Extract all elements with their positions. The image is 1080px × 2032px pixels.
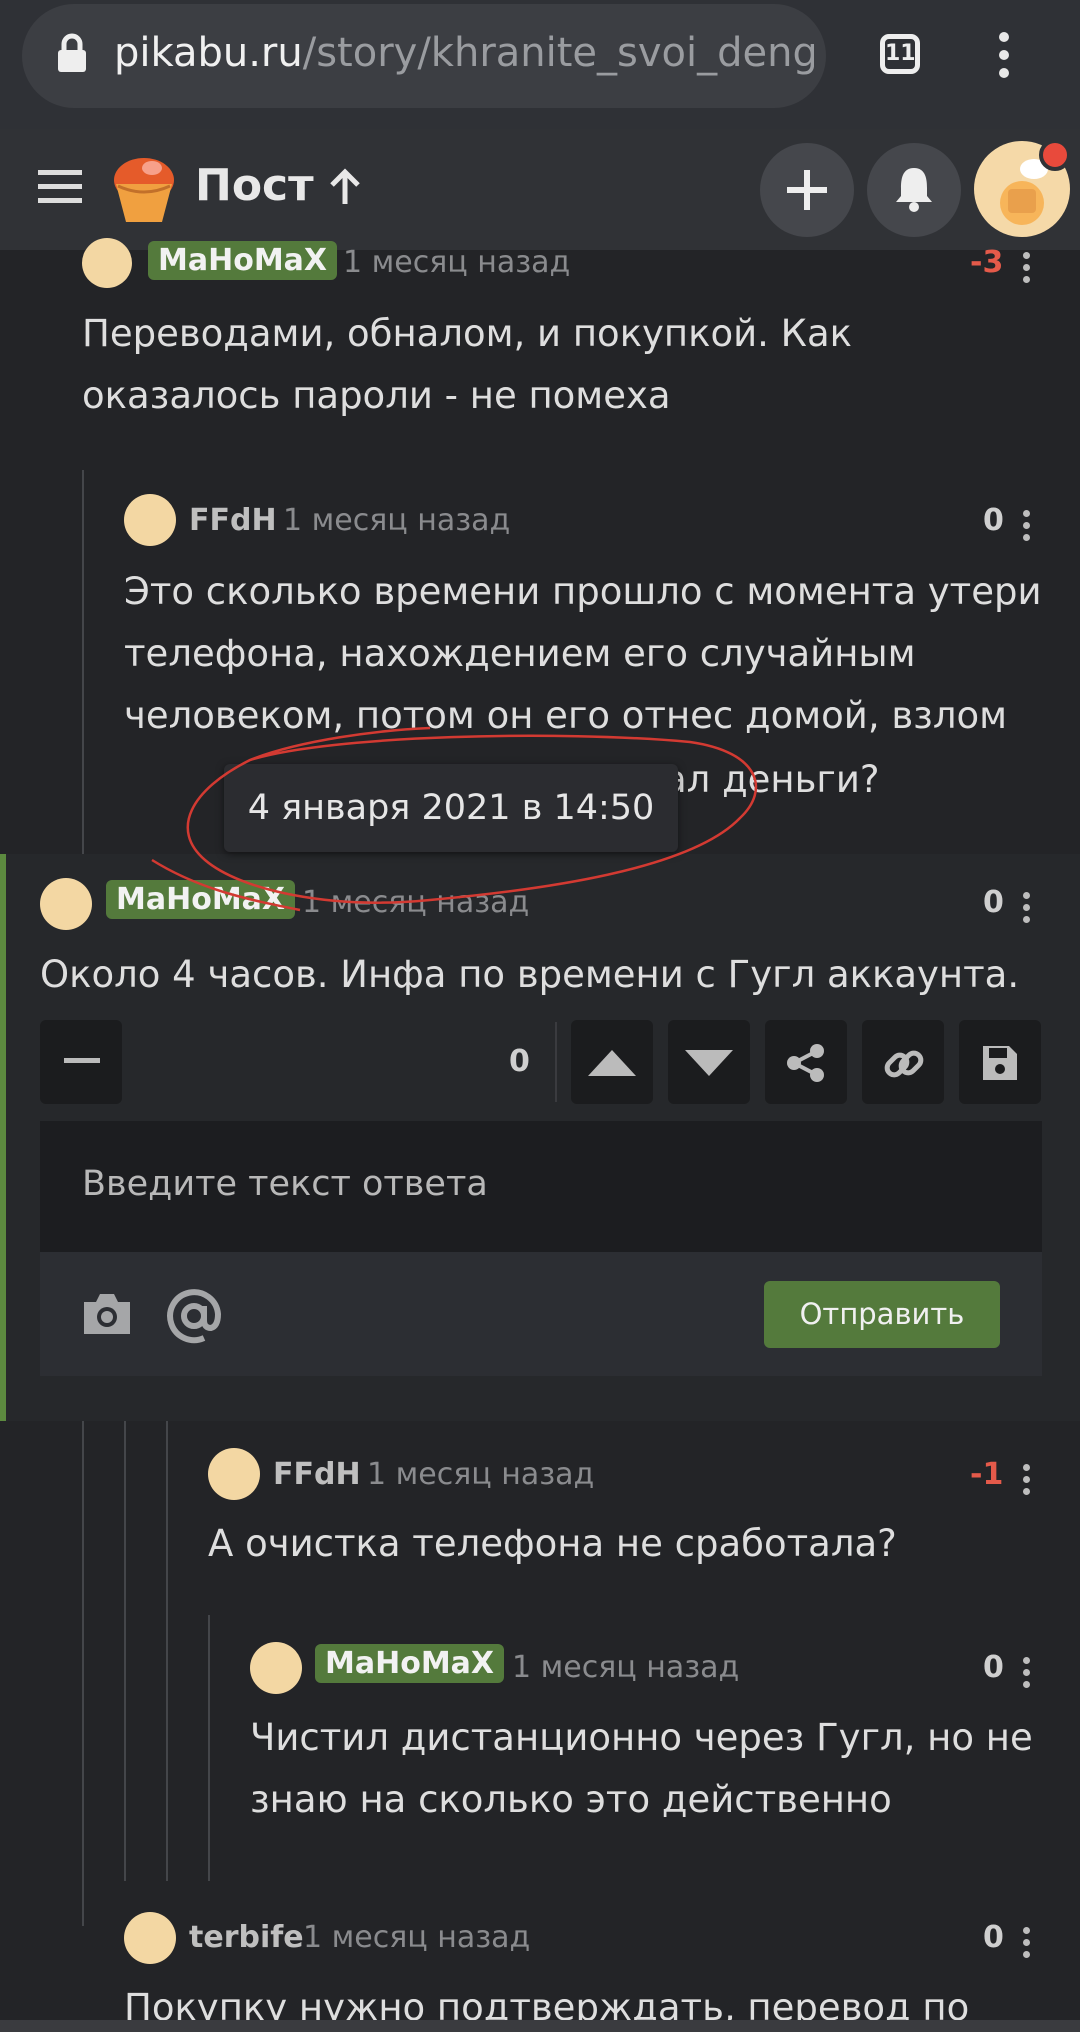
page-title: Пост (195, 160, 314, 211)
comment-time[interactable]: 1 месяц назад (343, 245, 570, 280)
comment-time[interactable]: 1 месяц назад (283, 503, 510, 538)
share-icon (787, 1044, 824, 1082)
mention-icon[interactable] (166, 1288, 222, 1344)
comment-rating: -1 (970, 1457, 1004, 1492)
reply-placeholder: Введите текст ответа (82, 1164, 488, 1204)
comment-menu-icon[interactable] (1023, 252, 1031, 288)
comment-text: Чистил дистанционно через Гугл, но не зн… (250, 1716, 1033, 1821)
avatar[interactable] (208, 1448, 260, 1500)
comment-menu-icon[interactable] (1023, 1657, 1031, 1693)
comment-score: 0 (509, 1044, 530, 1079)
url-text[interactable]: pikabu.ru/story/khranite_svoi_dengi_ (114, 30, 814, 76)
divider (555, 1022, 557, 1102)
thread-line[interactable] (124, 1421, 126, 1881)
bottom-bar (0, 2020, 1080, 2032)
comment-menu-icon[interactable] (1023, 510, 1031, 546)
comment-author[interactable]: MaHoMaX (148, 241, 338, 280)
link-icon (884, 1050, 924, 1078)
tabs-icon[interactable]: 11 (880, 34, 920, 74)
comment-text: А очистка телефона не сработала? (208, 1522, 897, 1565)
camera-icon[interactable] (80, 1292, 134, 1336)
annotation-scribble (151, 726, 757, 912)
notification-badge (1039, 139, 1071, 171)
thread-line[interactable] (166, 1421, 168, 1881)
bell-icon (896, 168, 932, 212)
avatar[interactable] (250, 1642, 302, 1694)
comment-rating: 0 (983, 1650, 1004, 1685)
comment-text: Покупку нужно подтверждать, перевод по (124, 1986, 970, 2020)
comment-time[interactable]: 1 месяц назад (367, 1457, 594, 1492)
comment-rating: -3 (970, 245, 1004, 280)
thread-line[interactable] (208, 1615, 210, 1881)
comment-menu-icon[interactable] (1023, 1927, 1031, 1963)
lock-icon (58, 33, 86, 72)
save-icon (983, 1046, 1017, 1080)
hamburger-icon[interactable] (38, 170, 82, 204)
downvote-icon (685, 1050, 733, 1076)
logo-icon[interactable] (104, 150, 180, 226)
upvote-icon (588, 1050, 636, 1076)
comment-text: Переводами, обналом, и покупкой. Как ока… (82, 312, 852, 417)
comment-author[interactable]: FFdH (189, 503, 277, 538)
avatar[interactable] (124, 1912, 176, 1964)
comment-time[interactable]: 1 месяц назад (303, 1920, 530, 1955)
send-button[interactable]: Отправить (764, 1281, 1000, 1348)
minus-icon (64, 1058, 100, 1063)
arrow-up-icon[interactable] (328, 168, 362, 206)
comment-time[interactable]: 1 месяц назад (512, 1650, 739, 1685)
browser-menu-icon[interactable] (999, 32, 1009, 78)
comment-rating: 0 (983, 503, 1004, 538)
avatar[interactable] (124, 494, 176, 546)
thread-line[interactable] (82, 1421, 84, 1926)
avatar[interactable] (82, 238, 132, 288)
plus-icon (787, 170, 827, 210)
comment-author[interactable]: FFdH (273, 1457, 361, 1492)
url-host: pikabu.ru (114, 30, 303, 76)
comment-rating: 0 (983, 1920, 1004, 1955)
url-path: /story/khranite_svoi_dengi_ (302, 30, 814, 76)
comment-author[interactable]: MaHoMaX (315, 1644, 505, 1683)
comment-menu-icon[interactable] (1023, 1464, 1031, 1500)
comment-author[interactable]: terbife (189, 1920, 304, 1955)
